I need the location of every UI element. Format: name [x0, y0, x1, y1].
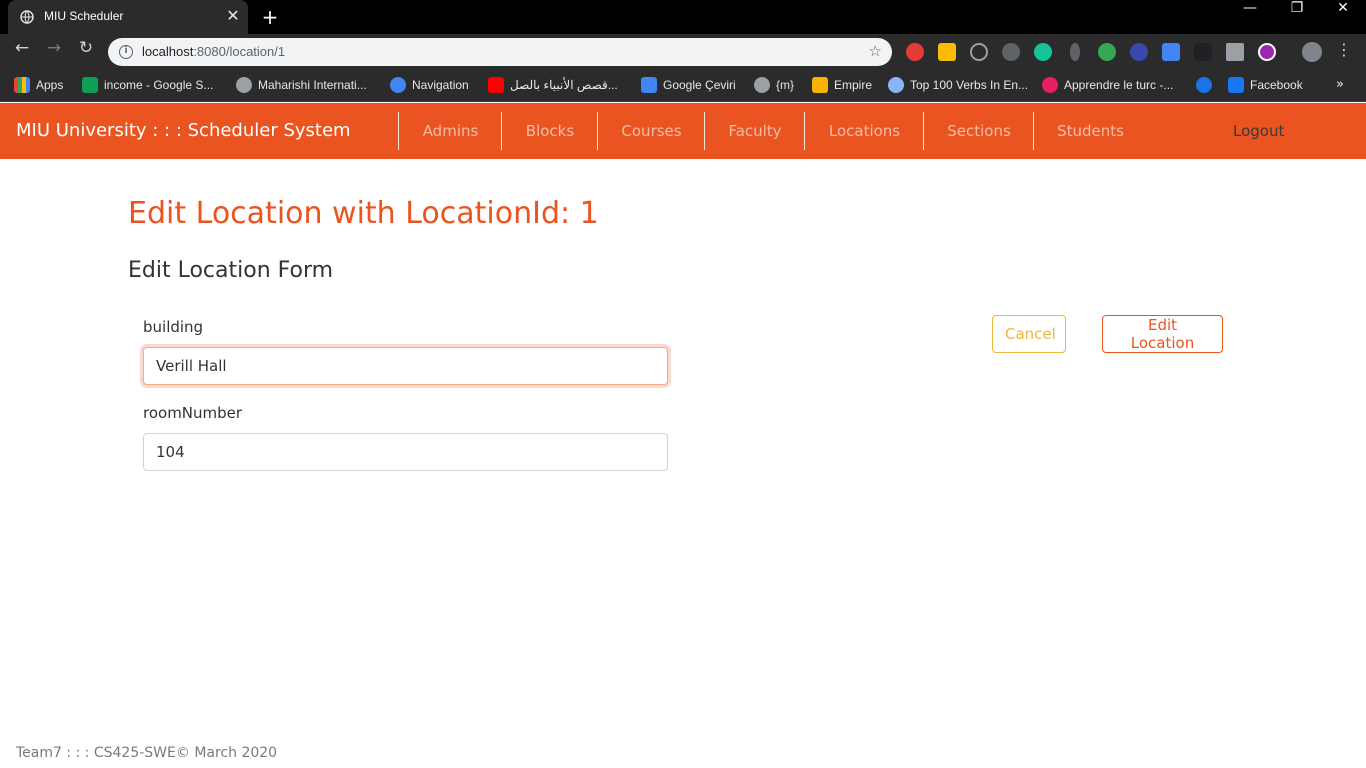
browser-tab[interactable]: MIU Scheduler ✕: [8, 0, 248, 34]
bookmark-item[interactable]: Empire: [812, 77, 872, 95]
nav-item-courses[interactable]: Courses: [597, 112, 705, 150]
verbs-icon: [888, 77, 904, 93]
terminal-extension-icon[interactable]: [1194, 43, 1212, 61]
apps-grid-icon: [14, 77, 30, 93]
bookmark-item[interactable]: Facebook: [1228, 77, 1303, 95]
nav-item-students[interactable]: Students: [1033, 112, 1147, 150]
bookmark-item[interactable]: Apps: [14, 77, 63, 95]
extension-bottle-icon[interactable]: [1070, 43, 1080, 61]
facebook-extension-icon[interactable]: [1226, 43, 1244, 61]
close-tab-icon[interactable]: ✕: [224, 6, 242, 26]
reload-icon[interactable]: ↻: [72, 38, 100, 66]
empire-icon: [812, 77, 828, 93]
grammarly-extension-icon[interactable]: [1034, 43, 1052, 61]
bookmarks-bar: Apps income - Google S... Maharishi Inte…: [0, 70, 1366, 102]
google-translate-icon: [641, 77, 657, 93]
bookmark-item[interactable]: قصص الأنبياء بالصل...: [488, 77, 618, 95]
app-navbar: MIU University : : : Scheduler System Ad…: [0, 103, 1366, 159]
building-input[interactable]: [143, 347, 668, 385]
nav-item-sections[interactable]: Sections: [923, 112, 1034, 150]
music-extension-icon[interactable]: [1258, 43, 1276, 61]
youtube-icon: [488, 77, 504, 93]
back-arrow-icon[interactable]: ←: [8, 38, 36, 66]
page-title: Edit Location with LocationId: 1: [128, 196, 599, 231]
bookmark-item[interactable]: Maharishi Internati...: [236, 77, 367, 95]
globe-icon: [20, 10, 34, 24]
new-tab-icon[interactable]: +: [258, 5, 282, 29]
nav-item-admins[interactable]: Admins: [398, 112, 502, 150]
form-title: Edit Location Form: [128, 258, 334, 283]
address-bar[interactable]: i localhost:8080/location/1 ☆: [108, 38, 892, 66]
bookmark-item[interactable]: Apprendre le turc -...: [1042, 77, 1173, 95]
room-number-input[interactable]: [143, 433, 668, 471]
adblock-extension-icon[interactable]: [906, 43, 924, 61]
edit-location-button[interactable]: Edit Location: [1102, 315, 1223, 353]
address-url[interactable]: localhost:8080/location/1: [142, 44, 285, 59]
browser-menu-icon[interactable]: ⋮: [1336, 40, 1352, 64]
close-window-icon[interactable]: ✕: [1320, 0, 1366, 30]
bookmark-logo-icon: [1196, 77, 1212, 93]
bookmark-item[interactable]: income - Google S...: [82, 77, 213, 95]
globe-icon: [754, 77, 770, 93]
tab-title: MIU Scheduler: [44, 9, 124, 23]
bookmark-item[interactable]: Top 100 Verbs In En...: [888, 77, 1028, 95]
forward-arrow-icon[interactable]: →: [40, 38, 68, 66]
extension-badge-icon[interactable]: [1130, 43, 1148, 61]
translate-extension-icon[interactable]: [1162, 43, 1180, 61]
google-sheets-icon: [82, 77, 98, 93]
navigation-icon: [390, 77, 406, 93]
infinity-extension-icon[interactable]: [970, 43, 988, 61]
brand-title[interactable]: MIU University : : : Scheduler System: [16, 120, 351, 141]
language-icon: [1042, 77, 1058, 93]
bookmark-item[interactable]: Google Çeviri: [641, 77, 736, 95]
extension-pinwheel-icon[interactable]: [938, 43, 956, 61]
globe-icon: [236, 77, 252, 93]
url-path: :8080/location/1: [193, 44, 286, 59]
cancel-button[interactable]: Cancel: [992, 315, 1066, 353]
bookmark-item[interactable]: Navigation: [390, 77, 469, 95]
nav-item-faculty[interactable]: Faculty: [704, 112, 805, 150]
browser-tab-strip: MIU Scheduler ✕ + — ❐ ✕: [0, 0, 1366, 34]
nav-item-locations[interactable]: Locations: [804, 112, 924, 150]
site-info-icon[interactable]: i: [119, 45, 133, 59]
bookmark-item[interactable]: [1196, 77, 1218, 95]
building-label: building: [143, 318, 204, 336]
facebook-icon: [1228, 77, 1244, 93]
bookmark-star-icon[interactable]: ☆: [869, 42, 882, 60]
bookmark-item[interactable]: {m}: [754, 77, 794, 95]
url-host: localhost: [142, 44, 194, 59]
profile-avatar[interactable]: [1302, 42, 1322, 62]
minimize-window-icon[interactable]: —: [1227, 0, 1273, 30]
extension-circle-icon[interactable]: [1002, 43, 1020, 61]
nav-item-blocks[interactable]: Blocks: [501, 112, 598, 150]
more-bookmarks-icon[interactable]: »: [1336, 77, 1344, 92]
restore-window-icon[interactable]: ❐: [1274, 0, 1320, 30]
room-number-label: roomNumber: [143, 404, 243, 422]
logout-link[interactable]: Logout: [1233, 122, 1284, 140]
tree-extension-icon[interactable]: [1098, 43, 1116, 61]
footer-text: Team7 : : : CS425-SWE© March 2020: [16, 745, 278, 761]
